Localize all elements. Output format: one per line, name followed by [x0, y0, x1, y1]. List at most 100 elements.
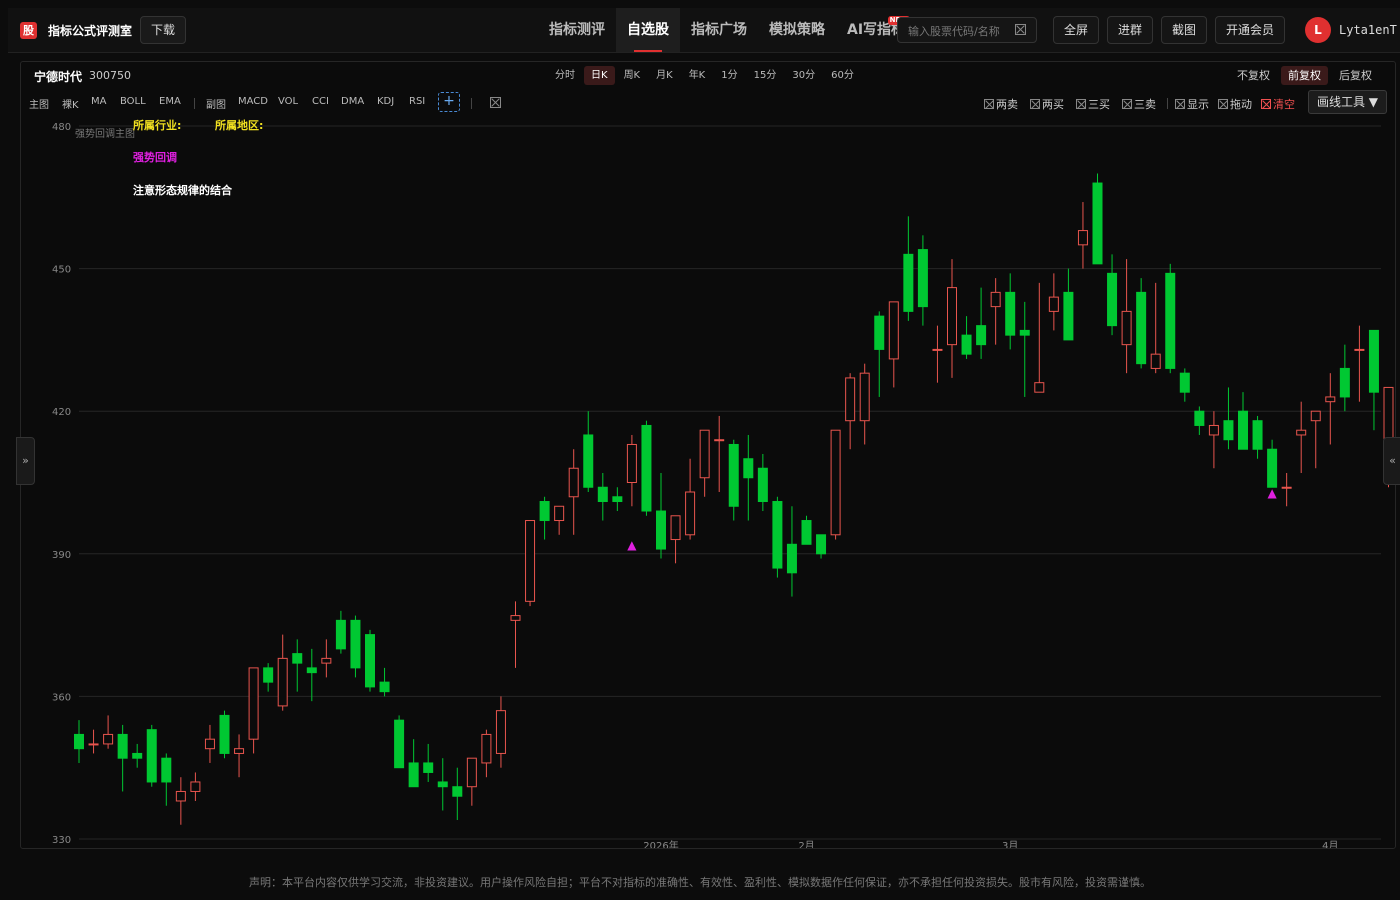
adjust-none[interactable]: 不复权 — [1230, 66, 1277, 85]
download-button[interactable]: 下载 — [140, 16, 187, 44]
candle — [1310, 410, 1321, 469]
candle — [539, 496, 550, 540]
x-tick-label: 2月 — [798, 840, 814, 848]
screenshot-button[interactable]: 截图 — [1161, 16, 1208, 44]
nav-item-indicator-review[interactable]: 指标测评 — [538, 8, 616, 52]
candle — [1150, 282, 1161, 374]
candle — [510, 601, 521, 668]
left-panel-toggle[interactable]: » — [16, 437, 35, 485]
candle-body — [1368, 329, 1379, 393]
indicator-ema[interactable]: EMA — [159, 96, 181, 107]
x-tick-label: 4月 — [1322, 840, 1338, 848]
candle — [335, 610, 346, 654]
period-15min[interactable]: 15分 — [747, 66, 784, 85]
period-1min[interactable]: 1分 — [714, 66, 744, 85]
nav-item-indicator-square[interactable]: 指标广场 — [680, 8, 758, 52]
candle-body — [1252, 420, 1263, 450]
candle — [1368, 329, 1379, 431]
tool-clear[interactable]: 清空 — [1261, 96, 1295, 112]
candle — [888, 301, 899, 388]
candle-body — [1339, 367, 1350, 398]
candle — [1121, 259, 1132, 374]
y-tick-label: 450 — [52, 265, 71, 276]
tool-show[interactable]: 显示 — [1175, 96, 1209, 112]
indicator-dma[interactable]: DMA — [341, 96, 364, 107]
candle-body — [1034, 382, 1045, 393]
membership-button[interactable]: 开通会员 — [1215, 16, 1286, 44]
period-daily[interactable]: 日K — [584, 66, 615, 85]
candle-body — [917, 249, 928, 308]
candlestick-chart[interactable]: 330360390420450480 ▲▲ 2026年 2月 3月 4月 强势回调主图… — [21, 62, 1395, 848]
candle — [525, 520, 536, 607]
y-tick-label: 330 — [52, 835, 71, 846]
candle-body — [1048, 296, 1059, 312]
tool-three-buy[interactable]: 三买 — [1076, 96, 1110, 112]
indicator-plain-k[interactable]: 裸K — [62, 96, 79, 111]
toggle-icon[interactable] — [490, 97, 501, 108]
candle — [495, 696, 506, 768]
candle — [365, 629, 375, 692]
right-panel-toggle[interactable]: « — [1383, 437, 1400, 485]
period-60min[interactable]: 60分 — [824, 66, 861, 85]
avatar[interactable]: L — [1305, 17, 1331, 43]
indicator-ma[interactable]: MA — [91, 96, 106, 107]
stock-search-input[interactable] — [906, 18, 1014, 44]
x-tick-label: 2026年 — [643, 839, 678, 848]
tool-two-buy[interactable]: 两买 — [1030, 96, 1064, 112]
indicator-rsi[interactable]: RSI — [409, 96, 425, 107]
candle-body — [699, 429, 710, 479]
candle-body — [874, 315, 885, 350]
clear-icon[interactable] — [1015, 24, 1026, 35]
candle — [1077, 202, 1088, 269]
tool-three-sell-label: 三卖 — [1134, 98, 1156, 111]
candle — [656, 472, 666, 559]
candle-body — [583, 434, 594, 488]
y-tick-label: 480 — [52, 122, 71, 133]
candle-body — [656, 510, 666, 550]
adjust-backward[interactable]: 后复权 — [1332, 66, 1379, 85]
stock-search — [897, 17, 1037, 44]
candle-body — [292, 653, 303, 664]
period-intraday[interactable]: 分时 — [548, 66, 582, 85]
add-indicator-button[interactable]: + — [438, 92, 460, 112]
period-30min[interactable]: 30分 — [785, 66, 822, 85]
tool-drag[interactable]: 拖动 — [1218, 96, 1252, 112]
tool-three-sell[interactable]: 三卖 — [1122, 96, 1156, 112]
candle — [1339, 344, 1350, 412]
period-weekly[interactable]: 周K — [617, 66, 648, 85]
chart-panel: 宁德时代 300750 分时 日K 周K 月K 年K 1分 15分 30分 60… — [20, 61, 1396, 849]
candle-body — [525, 520, 536, 602]
candle-body — [117, 733, 128, 759]
candle-body — [1208, 424, 1219, 436]
nav-item-simulation[interactable]: 模拟策略 — [758, 8, 836, 52]
candle-body — [1194, 410, 1205, 426]
y-tick-label: 360 — [52, 692, 71, 703]
drawing-tools-dropdown[interactable]: 画线工具 ▼ — [1307, 90, 1387, 114]
candle — [743, 434, 754, 521]
indicator-macd[interactable]: MACD — [238, 96, 268, 107]
indicator-cci[interactable]: CCI — [312, 96, 329, 107]
candle — [1165, 263, 1176, 374]
candle — [394, 715, 405, 769]
checkbox-icon — [984, 99, 994, 109]
indicator-vol[interactable]: VOL — [278, 96, 298, 107]
candle — [306, 648, 317, 702]
candle — [816, 534, 827, 559]
period-monthly[interactable]: 月K — [649, 66, 680, 85]
nav-item-watchlist[interactable]: 自选股 — [616, 8, 680, 52]
candle — [874, 311, 885, 397]
candle-body — [612, 496, 623, 503]
indicator-kdj[interactable]: KDJ — [377, 96, 394, 107]
candle-body — [830, 429, 841, 536]
join-group-button[interactable]: 进群 — [1107, 16, 1154, 44]
tool-two-sell[interactable]: 两卖 — [984, 96, 1018, 112]
signal-markers: ▲▲ — [627, 486, 1277, 552]
candle — [976, 287, 987, 359]
adjust-forward[interactable]: 前复权 — [1281, 66, 1328, 85]
fullscreen-button[interactable]: 全屏 — [1053, 16, 1100, 44]
username[interactable]: Lyta1enT — [1339, 23, 1397, 37]
candles — [74, 173, 1394, 825]
candle-body — [641, 424, 652, 512]
period-yearly[interactable]: 年K — [682, 66, 713, 85]
indicator-boll[interactable]: BOLL — [120, 96, 146, 107]
